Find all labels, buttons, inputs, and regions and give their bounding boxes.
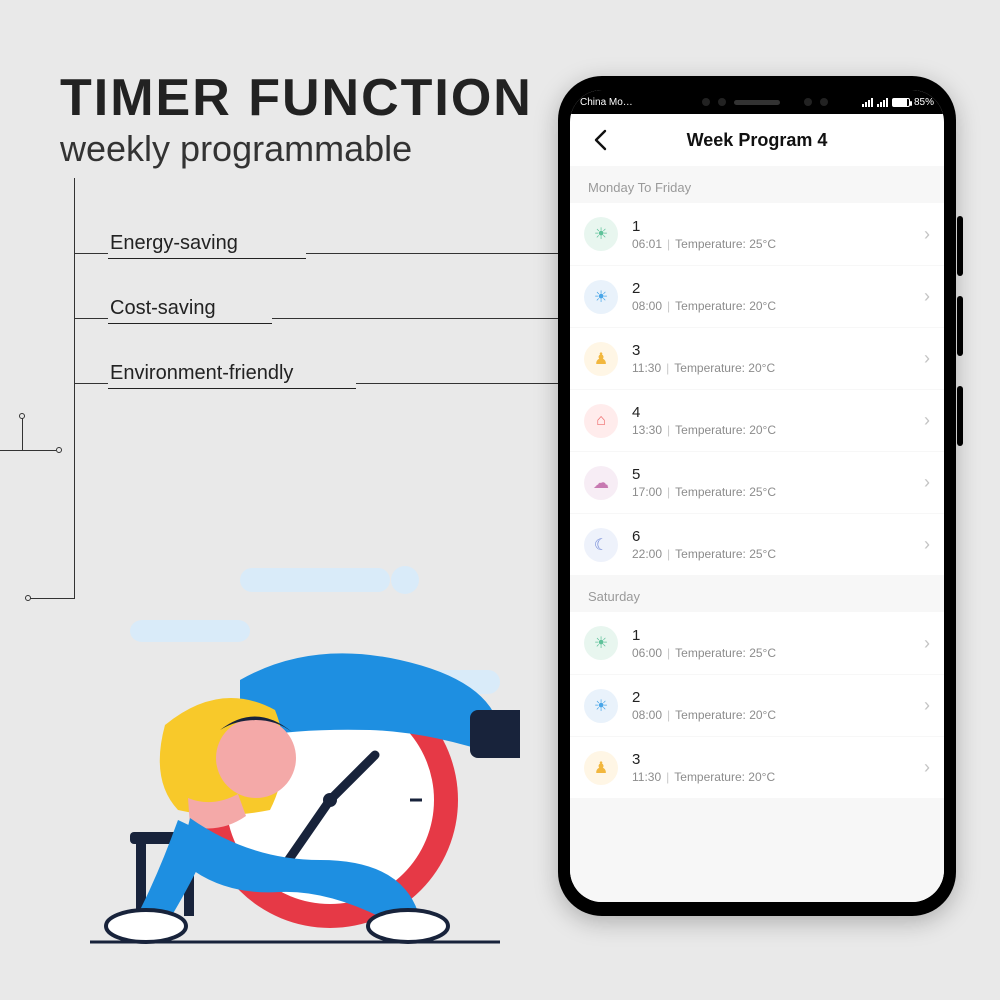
phone-frame: China Mo… 85% Week Program 4 Monday To F…: [558, 76, 956, 916]
battery-icon: [892, 98, 910, 107]
chevron-right-icon: ›: [916, 224, 930, 245]
row-text: 3 11:30|Temperature: 20°C: [632, 342, 916, 375]
shoe-icon: [106, 910, 186, 942]
app-body[interactable]: Monday To Friday ☀ 1 06:01|Temperature: 25°…: [570, 166, 944, 902]
signal-icon: [877, 98, 888, 107]
sunrise-icon: ☀: [584, 626, 618, 660]
row-subtitle: 06:00|Temperature: 25°C: [632, 646, 916, 660]
trace: [30, 598, 75, 599]
feature-env: Environment-friendly: [108, 360, 356, 389]
row-number: 6: [632, 528, 916, 545]
row-number: 3: [632, 342, 916, 359]
moon-icon: ☾: [584, 528, 618, 562]
person-icon: ♟: [584, 751, 618, 785]
schedule-row[interactable]: ☀ 2 08:00|Temperature: 20°C›: [570, 674, 944, 736]
row-text: 3 11:30|Temperature: 20°C: [632, 751, 916, 784]
schedule-row[interactable]: ♟ 3 11:30|Temperature: 20°C›: [570, 736, 944, 798]
chevron-right-icon: ›: [916, 757, 930, 778]
row-subtitle: 22:00|Temperature: 25°C: [632, 547, 916, 561]
shoe-icon: [368, 910, 448, 942]
row-text: 1 06:01|Temperature: 25°C: [632, 218, 916, 251]
trace-dot: [25, 595, 31, 601]
cloud-icon: [130, 620, 250, 642]
row-number: 4: [632, 404, 916, 421]
trace: [74, 318, 108, 319]
row-number: 2: [632, 689, 916, 706]
sun-icon: ☀: [584, 689, 618, 723]
notch: [667, 90, 847, 114]
schedule-row[interactable]: ☁ 5 17:00|Temperature: 25°C›: [570, 451, 944, 513]
headline: TIMER FUNCTION: [60, 68, 533, 128]
section-label: Saturday: [570, 575, 944, 612]
row-number: 3: [632, 751, 916, 768]
trace: [272, 318, 566, 319]
row-subtitle: 08:00|Temperature: 20°C: [632, 299, 916, 313]
row-text: 4 13:30|Temperature: 20°C: [632, 404, 916, 437]
chevron-right-icon: ›: [916, 695, 930, 716]
schedule-row[interactable]: ☀ 2 08:00|Temperature: 20°C›: [570, 265, 944, 327]
back-button[interactable]: [580, 114, 620, 166]
schedule-group: ☀106:01|Temperature: 25°C›☀208:00|Temper…: [570, 203, 944, 575]
row-subtitle: 11:30|Temperature: 20°C: [632, 770, 916, 784]
app-header: Week Program 4: [570, 114, 944, 166]
chevron-right-icon: ›: [916, 410, 930, 431]
row-subtitle: 13:30|Temperature: 20°C: [632, 423, 916, 437]
person-head: [216, 718, 296, 798]
trace: [0, 450, 56, 451]
page-title: Week Program 4: [687, 130, 828, 151]
schedule-row[interactable]: ☾ 6 22:00|Temperature: 25°C›: [570, 513, 944, 575]
row-text: 2 08:00|Temperature: 20°C: [632, 280, 916, 313]
person-icon: ♟: [584, 342, 618, 376]
row-subtitle: 06:01|Temperature: 25°C: [632, 237, 916, 251]
row-subtitle: 11:30|Temperature: 20°C: [632, 361, 916, 375]
trace: [74, 383, 108, 384]
row-text: 5 17:00|Temperature: 25°C: [632, 466, 916, 499]
section-label: Monday To Friday: [570, 166, 944, 203]
row-number: 5: [632, 466, 916, 483]
subheadline: weekly programmable: [60, 128, 412, 170]
row-text: 6 22:00|Temperature: 25°C: [632, 528, 916, 561]
row-number: 1: [632, 627, 916, 644]
carrier-label: China Mo…: [580, 97, 633, 108]
trace: [22, 418, 23, 450]
home-icon: ⌂: [584, 404, 618, 438]
chevron-right-icon: ›: [916, 633, 930, 654]
schedule-row[interactable]: ♟ 3 11:30|Temperature: 20°C›: [570, 327, 944, 389]
schedule-group: ☀106:00|Temperature: 25°C›☀208:00|Temper…: [570, 612, 944, 798]
feature-cost: Cost-saving: [108, 295, 272, 324]
signal-icon: [862, 98, 873, 107]
feature-energy: Energy-saving: [108, 230, 306, 259]
trace-dot: [19, 413, 25, 419]
chevron-right-icon: ›: [916, 534, 930, 555]
row-number: 2: [632, 280, 916, 297]
hand: [470, 710, 520, 758]
phone-screen: China Mo… 85% Week Program 4 Monday To F…: [570, 90, 944, 902]
trace: [356, 383, 566, 384]
chevron-right-icon: ›: [916, 348, 930, 369]
cloud-icon: [240, 568, 390, 592]
battery-pct: 85%: [914, 97, 934, 108]
schedule-row[interactable]: ☀ 1 06:00|Temperature: 25°C›: [570, 612, 944, 674]
status-right: 85%: [862, 97, 934, 108]
cloud-icon: ☁: [584, 466, 618, 500]
row-text: 1 06:00|Temperature: 25°C: [632, 627, 916, 660]
row-subtitle: 17:00|Temperature: 25°C: [632, 485, 916, 499]
schedule-row[interactable]: ⌂ 4 13:30|Temperature: 20°C›: [570, 389, 944, 451]
illustration-tired-person-clock: [70, 560, 520, 960]
schedule-row[interactable]: ☀ 1 06:01|Temperature: 25°C›: [570, 203, 944, 265]
row-text: 2 08:00|Temperature: 20°C: [632, 689, 916, 722]
chevron-left-icon: [593, 129, 607, 151]
chevron-right-icon: ›: [916, 472, 930, 493]
row-subtitle: 08:00|Temperature: 20°C: [632, 708, 916, 722]
trace: [74, 178, 75, 598]
sun-icon: ☀: [584, 280, 618, 314]
trace-dot: [56, 447, 62, 453]
trace: [306, 253, 566, 254]
trace: [74, 253, 108, 254]
chevron-right-icon: ›: [916, 286, 930, 307]
row-number: 1: [632, 218, 916, 235]
sunrise-icon: ☀: [584, 217, 618, 251]
